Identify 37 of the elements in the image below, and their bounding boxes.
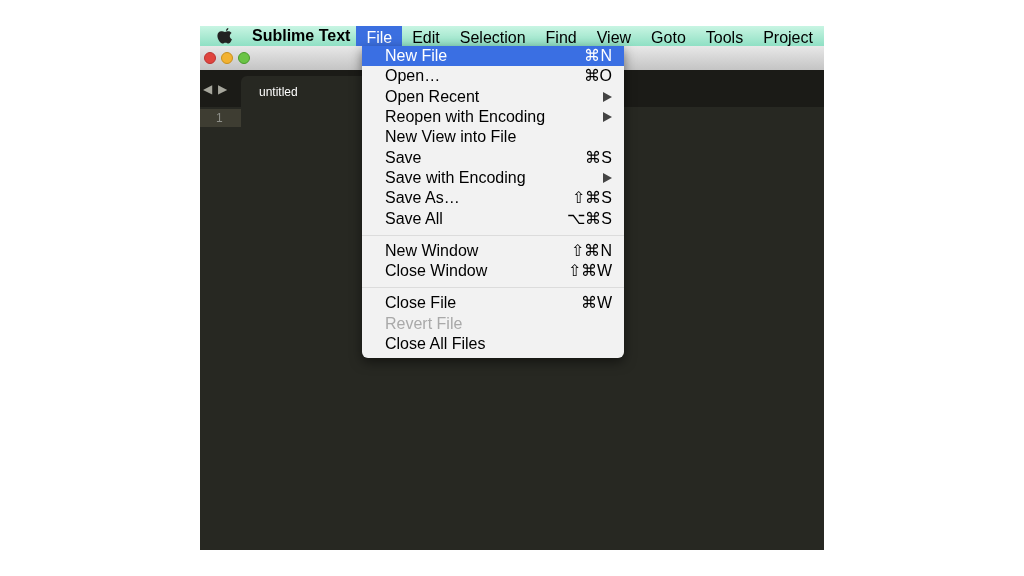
back-button[interactable]: ◀ [203, 79, 212, 98]
menu-entry[interactable]: Close Window ⇧⌘W [362, 260, 624, 282]
menu-entry[interactable]: New File ⌘N [362, 46, 624, 67]
menu-item[interactable]: Find [535, 26, 587, 46]
menu-item[interactable]: View [586, 26, 642, 46]
menu-entry[interactable]: Save As… ⇧⌘S [362, 188, 624, 209]
submenu-arrow-icon [603, 91, 612, 102]
app-name: Sublime Text [252, 26, 351, 46]
submenu-arrow-icon [603, 112, 612, 123]
menu-item[interactable]: Selection [449, 26, 536, 46]
submenu-arrow-icon [603, 172, 612, 183]
menu-entry[interactable]: Save All ⌥⌘S [362, 208, 624, 229]
menu-entry[interactable]: Reopen with Encoding [362, 106, 624, 128]
shortcut-label: ⌘O [583, 66, 612, 87]
shortcut-label: ⇧⌘W [567, 261, 612, 282]
close-icon[interactable] [204, 52, 216, 64]
menu-entry[interactable]: Save ⌘S [362, 147, 624, 168]
shortcut-label: ⌘W [580, 293, 612, 314]
menu-entry[interactable]: Close File ⌘W [362, 293, 624, 314]
line-number: 1 [200, 109, 241, 127]
shortcut-label: ⌥⌘S [567, 208, 612, 229]
forward-button[interactable]: ▶ [218, 79, 227, 98]
menu-item[interactable]: Goto [641, 26, 696, 46]
menu-entry[interactable]: Close All Files [362, 333, 624, 355]
menu-item[interactable]: Project [753, 26, 823, 46]
shortcut-label: ⇧⌘S [572, 188, 612, 209]
shortcut-label: ⌘S [585, 147, 612, 168]
menu-item[interactable]: Tools [695, 26, 754, 46]
menu-entry[interactable]: New Window ⇧⌘N [362, 240, 624, 261]
menu-item[interactable]: File [356, 26, 403, 46]
zoom-icon[interactable] [238, 52, 250, 64]
menu-entry[interactable]: Save with Encoding [362, 167, 624, 189]
menu-item[interactable]: Edit [402, 26, 450, 46]
apple-icon[interactable] [216, 26, 234, 46]
menu-entry[interactable]: New View into File [362, 127, 624, 148]
shortcut-label: ⇧⌘N [571, 240, 612, 261]
shortcut-label: ⌘N [584, 46, 612, 67]
